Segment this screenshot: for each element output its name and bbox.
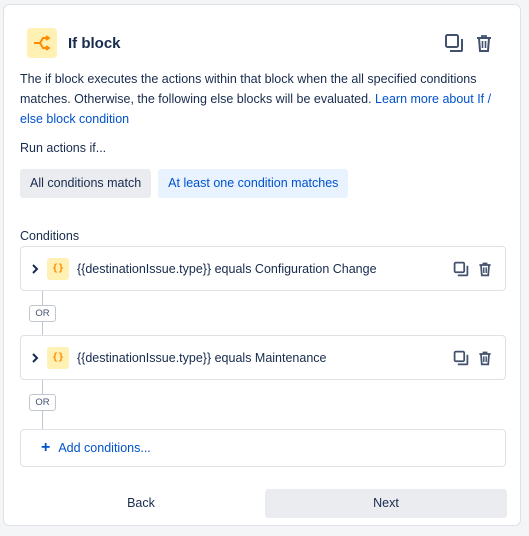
any-condition-option[interactable]: At least one condition matches — [158, 169, 349, 198]
duplicate-block-button[interactable] — [442, 31, 466, 55]
condition-actions — [451, 259, 495, 279]
delete-condition-button[interactable] — [475, 348, 495, 368]
smart-value-icon: {} — [47, 346, 69, 369]
all-conditions-option[interactable]: All conditions match — [20, 169, 152, 198]
duplicate-icon — [453, 261, 469, 276]
condition-row[interactable]: {} {{destinationIssue.type}} equals Main… — [20, 335, 506, 380]
add-conditions-button[interactable]: + Add conditions... — [20, 429, 506, 467]
condition-row[interactable]: {} {{destinationIssue.type}} equals Conf… — [20, 246, 506, 291]
chevron-right-icon[interactable] — [31, 352, 41, 363]
smart-value-icon: {} — [47, 257, 69, 280]
if-block-panel: If block The if block executes the actio… — [3, 4, 521, 526]
trash-icon — [477, 35, 491, 52]
run-actions-label: Run actions if... — [20, 141, 107, 155]
duplicate-icon — [445, 34, 463, 52]
match-mode-toggle: All conditions match At least one condit… — [20, 169, 349, 198]
add-conditions-label: Add conditions... — [58, 441, 151, 455]
or-separator: OR — [29, 394, 56, 411]
block-header: If block — [27, 25, 496, 61]
duplicate-condition-button[interactable] — [451, 348, 471, 368]
trash-icon — [479, 262, 491, 276]
condition-text: {{destinationIssue.type}} equals Mainten… — [77, 350, 327, 365]
condition-actions — [451, 348, 495, 368]
back-button[interactable]: Back — [20, 489, 262, 518]
chevron-right-icon[interactable] — [31, 263, 41, 274]
duplicate-condition-button[interactable] — [451, 259, 471, 279]
plus-icon: + — [41, 439, 51, 456]
block-title: If block — [68, 34, 121, 52]
or-separator: OR — [29, 305, 56, 322]
trash-icon — [479, 351, 491, 365]
header-actions — [442, 31, 496, 55]
condition-text: {{destinationIssue.type}} equals Configu… — [77, 261, 377, 276]
conditions-label: Conditions — [20, 229, 80, 243]
block-description: The if block executes the actions within… — [20, 69, 510, 129]
duplicate-icon — [453, 350, 469, 365]
branch-icon — [27, 28, 57, 58]
delete-block-button[interactable] — [472, 31, 496, 55]
next-button[interactable]: Next — [265, 489, 507, 518]
delete-condition-button[interactable] — [475, 259, 495, 279]
